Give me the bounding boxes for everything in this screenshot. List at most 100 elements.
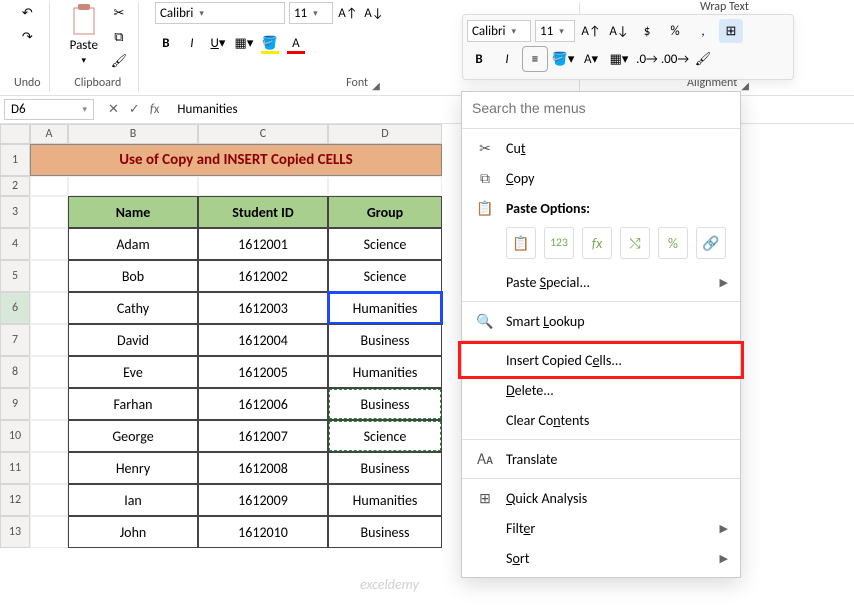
menu-search-input[interactable] xyxy=(472,100,728,116)
row-header[interactable]: 11 xyxy=(0,452,30,484)
dialog-launcher-icon[interactable]: ◢ xyxy=(372,79,380,92)
cell[interactable]: 1612006 xyxy=(198,388,328,420)
ctx-delete[interactable]: Delete... xyxy=(462,375,740,405)
cut-button[interactable]: ✂ xyxy=(108,2,130,24)
redo-button[interactable]: ↷ xyxy=(16,26,38,48)
wrap-text-button[interactable]: Wrap Text xyxy=(700,0,749,14)
cell[interactable]: 1612009 xyxy=(198,484,328,516)
col-header[interactable]: A xyxy=(30,124,68,144)
cell[interactable] xyxy=(30,260,68,292)
cell[interactable]: Ian xyxy=(68,484,198,516)
cell[interactable] xyxy=(30,484,68,516)
cell[interactable]: Farhan xyxy=(68,388,198,420)
cell[interactable]: John xyxy=(68,516,198,548)
borders-button[interactable]: ▦▾ xyxy=(233,32,255,54)
row-header[interactable]: 10 xyxy=(0,420,30,452)
row-header[interactable]: 4 xyxy=(0,228,30,260)
cell[interactable] xyxy=(198,176,328,196)
cell[interactable]: 1612004 xyxy=(198,324,328,356)
paste-link-button[interactable]: 🔗 xyxy=(696,227,726,259)
cell[interactable]: 1612007 xyxy=(198,420,328,452)
italic-button[interactable]: I xyxy=(181,32,203,54)
font-color-button[interactable]: A xyxy=(285,32,307,54)
cell[interactable] xyxy=(30,356,68,388)
row-header[interactable]: 12 xyxy=(0,484,30,516)
font-size-combo[interactable]: 11▾ xyxy=(289,2,333,24)
cell[interactable] xyxy=(328,176,442,196)
decrease-font-button[interactable]: A↓ xyxy=(363,2,385,24)
ctx-clear-contents[interactable]: Clear Contents xyxy=(462,405,740,435)
cell[interactable]: Science xyxy=(328,260,442,292)
cell[interactable]: Business xyxy=(328,452,442,484)
cell[interactable]: 1612008 xyxy=(198,452,328,484)
cell[interactable] xyxy=(30,228,68,260)
table-header[interactable]: Name xyxy=(68,196,198,228)
select-all-corner[interactable] xyxy=(0,124,30,144)
cell[interactable]: Business xyxy=(328,324,442,356)
cell[interactable] xyxy=(30,388,68,420)
cell[interactable] xyxy=(30,452,68,484)
fx-icon[interactable]: fx xyxy=(150,102,160,117)
mini-size-combo[interactable]: 11▾ xyxy=(535,20,575,42)
cell[interactable]: Henry xyxy=(68,452,198,484)
col-header[interactable]: D xyxy=(328,124,442,144)
mini-decrease-decimal[interactable]: .0→ xyxy=(635,47,659,71)
row-header[interactable]: 6 xyxy=(0,292,30,324)
mini-align[interactable]: ≡ xyxy=(523,47,547,71)
cell[interactable] xyxy=(30,196,68,228)
cell[interactable]: David xyxy=(68,324,198,356)
mini-increase-font[interactable]: A↑ xyxy=(579,19,603,43)
paste-values-button[interactable]: 123 xyxy=(544,227,574,259)
accounting-format-button[interactable]: $ xyxy=(635,19,659,43)
row-header[interactable]: 9 xyxy=(0,388,30,420)
cell[interactable]: Humanities xyxy=(328,484,442,516)
mini-borders[interactable]: ▦▾ xyxy=(607,47,631,71)
row-header[interactable]: 8 xyxy=(0,356,30,388)
row-header[interactable]: 1 xyxy=(0,144,30,176)
name-box[interactable]: D6▾ xyxy=(4,99,94,120)
cell[interactable]: Science xyxy=(328,420,442,452)
cell[interactable]: Humanities xyxy=(328,292,442,324)
cell[interactable] xyxy=(30,292,68,324)
enter-formula-icon[interactable]: ✓ xyxy=(129,102,140,117)
fill-color-button[interactable]: 🪣 xyxy=(259,32,281,54)
cell[interactable] xyxy=(30,420,68,452)
cell[interactable]: 1612010 xyxy=(198,516,328,548)
paste-button[interactable]: Paste ▾ xyxy=(66,2,102,68)
mini-increase-decimal[interactable]: .00→ xyxy=(663,47,687,71)
cell[interactable]: 1612002 xyxy=(198,260,328,292)
mini-bold[interactable]: B xyxy=(467,47,491,71)
cell[interactable]: Business xyxy=(328,388,442,420)
cell[interactable] xyxy=(30,176,68,196)
cell[interactable]: 1612001 xyxy=(198,228,328,260)
comma-format-button[interactable]: , xyxy=(691,19,715,43)
mini-font-combo[interactable]: Calibri▾ xyxy=(467,20,531,42)
mini-decrease-font[interactable]: A↓ xyxy=(607,19,631,43)
cancel-formula-icon[interactable]: ✕ xyxy=(108,102,119,117)
ctx-sort[interactable]: Sort▶ xyxy=(462,543,740,573)
ctx-cut[interactable]: ✂Cut xyxy=(462,133,740,163)
cell[interactable]: Adam xyxy=(68,228,198,260)
percent-format-button[interactable]: % xyxy=(663,19,687,43)
row-header[interactable]: 3 xyxy=(0,196,30,228)
row-header[interactable]: 5 xyxy=(0,260,30,292)
col-header[interactable]: C xyxy=(198,124,328,144)
ctx-insert-copied-cells[interactable]: Insert Copied Cells... xyxy=(462,345,740,375)
increase-font-button[interactable]: A↑ xyxy=(337,2,359,24)
cell[interactable]: 1612005 xyxy=(198,356,328,388)
row-header[interactable]: 13 xyxy=(0,516,30,548)
paste-all-button[interactable]: 📋 xyxy=(506,227,536,259)
ctx-paste-special[interactable]: Paste Special...▶ xyxy=(462,267,740,297)
table-header[interactable]: Student ID xyxy=(198,196,328,228)
cell[interactable]: Science xyxy=(328,228,442,260)
cell[interactable] xyxy=(68,176,198,196)
cell[interactable] xyxy=(30,324,68,356)
cell[interactable]: Bob xyxy=(68,260,198,292)
ctx-copy[interactable]: ⧉Copy xyxy=(462,163,740,193)
row-header[interactable]: 2 xyxy=(0,176,30,196)
cell[interactable] xyxy=(30,516,68,548)
ctx-filter[interactable]: Filter▶ xyxy=(462,513,740,543)
undo-button[interactable]: ↶ xyxy=(16,2,38,24)
col-header[interactable]: B xyxy=(68,124,198,144)
format-painter-button[interactable]: 🖌 xyxy=(108,50,130,72)
